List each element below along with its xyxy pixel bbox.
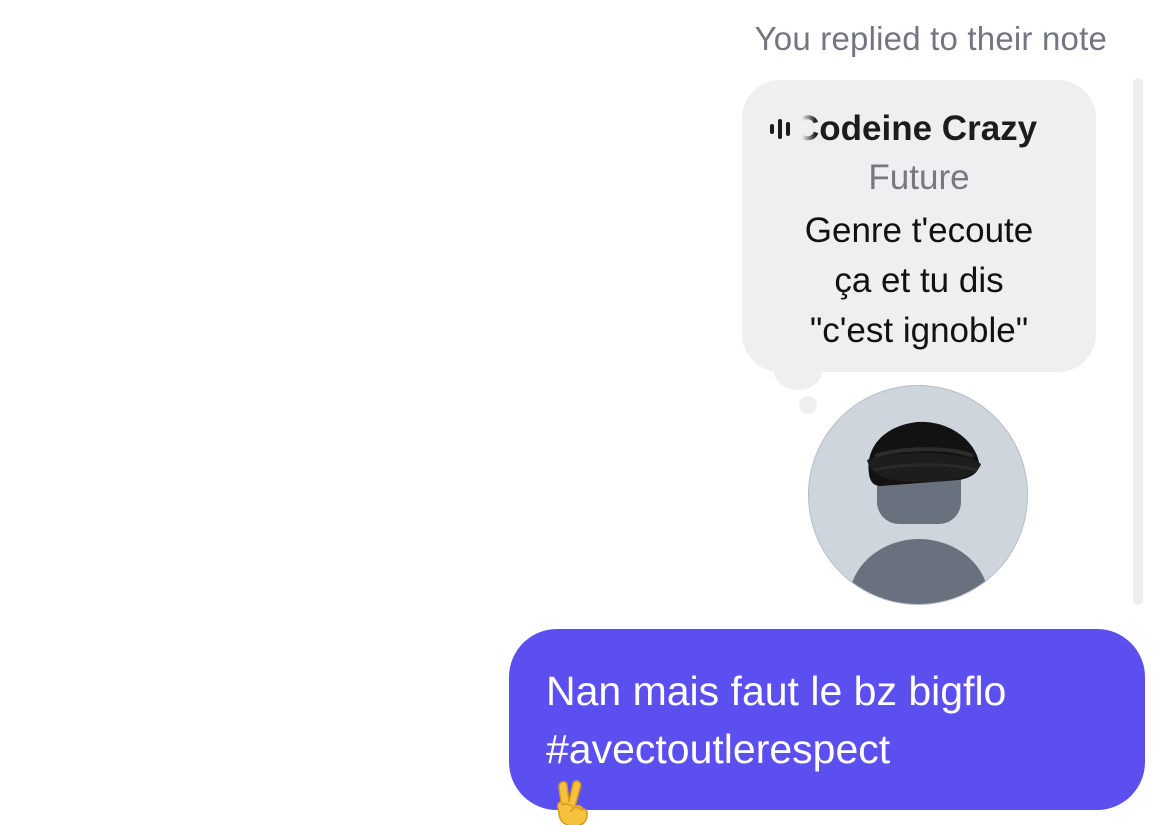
- thought-bubble-dot-small: [799, 396, 817, 414]
- note-text-line: ça et tu dis: [834, 261, 1004, 300]
- note-text-line: Genre t'ecoute: [804, 211, 1034, 250]
- note-bubble[interactable]: Codeine Crazy Future Genre t'ecoute ça e…: [742, 80, 1096, 372]
- message-line: Nan mais faut le bz bigflo: [546, 668, 1007, 714]
- song-title-marquee: Codeine Crazy: [802, 108, 1066, 150]
- avatar[interactable]: [808, 385, 1028, 605]
- sent-message-bubble[interactable]: Nan mais faut le bz bigflo #avectoutlere…: [509, 629, 1145, 825]
- scrollbar[interactable]: [1133, 78, 1143, 605]
- conversation-view: You replied to their note Codeine Crazy …: [0, 0, 1169, 825]
- victory-hand-icon: [550, 778, 1109, 825]
- hashtag-link[interactable]: #avectoutlerespect: [546, 726, 890, 772]
- thought-bubble-dot: [774, 352, 822, 390]
- default-person-avatar-icon: [849, 421, 989, 604]
- song-row[interactable]: Codeine Crazy: [768, 108, 1066, 150]
- message-line-2: #avectoutlerespect: [546, 720, 1109, 825]
- reply-caption: You replied to their note: [754, 20, 1107, 57]
- song-artist: Future: [868, 158, 970, 197]
- note-text-line: "c'est ignoble": [809, 311, 1029, 350]
- note-text: Genre t'ecoute ça et tu dis "c'est ignob…: [742, 206, 1096, 356]
- song-title: Codeine Crazy: [802, 109, 1038, 148]
- audio-bars-icon: [768, 117, 802, 141]
